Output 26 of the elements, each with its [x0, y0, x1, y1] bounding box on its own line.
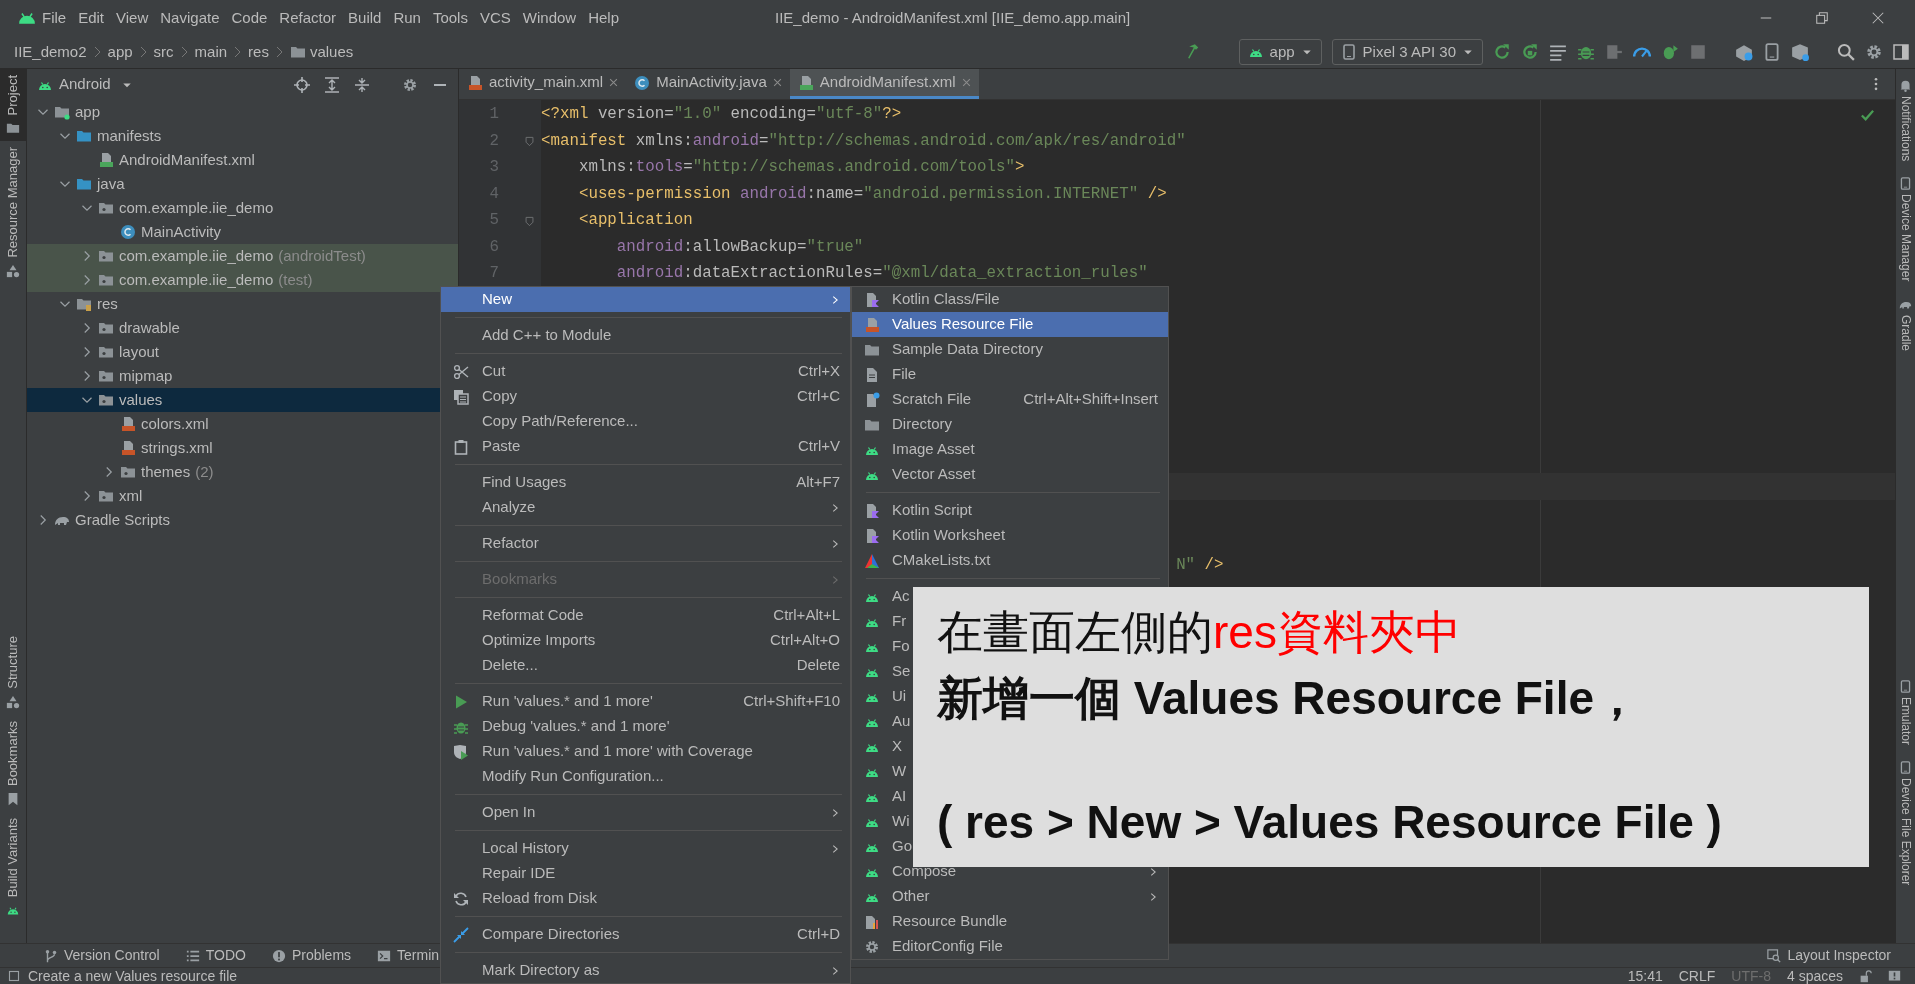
shortcut-label: Ctrl+Shift+F10: [742, 691, 840, 712]
code-line: <application: [578, 210, 693, 232]
shortcut-label: Ctrl+Alt+L: [772, 605, 840, 626]
annotation-text: 新增一個 Values Resource File，: [937, 671, 1640, 726]
code-line: <uses-permission android:name="android.permission.INTERNET" />: [578, 183, 1167, 205]
shortcut-label: Alt+F7: [795, 472, 840, 493]
code-line: android:allowBackup="true": [616, 236, 864, 258]
code-line: android:dataExtractionRules="@xml/data_extraction_rules": [616, 263, 1148, 285]
window-title: IIE_demo - AndroidManifest.xml [IIE_demo.app.main]: [775, 7, 1131, 28]
shortcut-label: Ctrl+Alt+O: [768, 630, 840, 651]
item-note: (2): [195, 461, 214, 482]
code-line: N" />: [1176, 554, 1224, 576]
item-note: (androidTest): [278, 245, 366, 266]
item-note: (test): [278, 269, 313, 290]
shortcut-label: Ctrl+D: [796, 924, 840, 945]
shortcut-label: Ctrl+C: [796, 386, 840, 407]
code-line: <?xml version="1.0" encoding="utf-8"?>: [541, 104, 902, 126]
code-line: <manifest xmlns:android="http://schemas.android.com/apk/res/android": [541, 130, 1186, 152]
code-line: xmlns:tools="http://schemas.android.com/tools">: [578, 157, 1025, 179]
shortcut-label: Delete: [795, 655, 840, 676]
shortcut-label: Ctrl+X: [796, 361, 840, 382]
shortcut-label: Ctrl+Alt+Shift+Insert: [1022, 389, 1158, 410]
annotation-text: 在畫面左側的res資料夾中: [937, 605, 1461, 660]
shortcut-label: Ctrl+V: [796, 436, 840, 457]
status-message: Create a new Values resource file: [28, 967, 238, 984]
annotation-text: ( res > New > Values Resource File ): [937, 795, 1722, 850]
